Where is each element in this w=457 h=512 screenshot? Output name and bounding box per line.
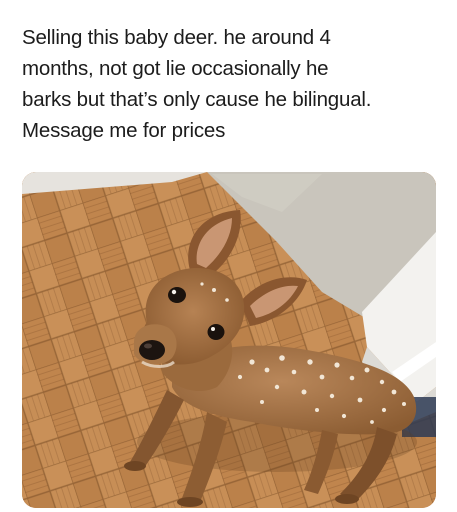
caption-line-3: barks but that’s only cause he bilingual… [22, 88, 372, 111]
caption-line-2: months, not got lie occasionally he [22, 57, 329, 80]
meme-caption: Selling this baby deer. he around 4 mont… [22, 22, 442, 146]
deer-like-dog-photo [22, 172, 436, 508]
dog-eye-right [207, 324, 225, 340]
caption-line-1: Selling this baby deer. he around 4 [22, 26, 331, 49]
dog-nose [139, 340, 165, 360]
dog-eye-left [168, 287, 186, 303]
photo-illustration [22, 172, 436, 508]
caption-line-4: Message me for prices [22, 119, 226, 142]
